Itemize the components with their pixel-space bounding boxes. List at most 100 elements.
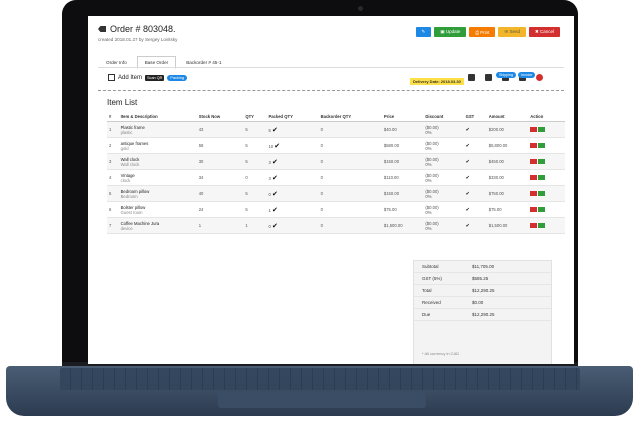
item-description: plastic bbox=[120, 129, 133, 135]
summary-label: Received bbox=[422, 300, 441, 305]
gst-check-icon: ✔ bbox=[465, 126, 470, 133]
packed-cell[interactable]: 10 ✔ bbox=[266, 137, 319, 154]
col-discount: Discount bbox=[423, 112, 464, 122]
calendar-icon[interactable] bbox=[468, 74, 475, 81]
summary-row: Total $12,290.25 bbox=[414, 285, 551, 297]
backorder-cell: 0 bbox=[318, 169, 382, 186]
discount-cell: ($0.00) 0% bbox=[423, 137, 464, 154]
table-row: 7 Coffee Machine Jura device 1 1 0 ✔ 0 $1,500.0… bbox=[107, 217, 565, 234]
col-qty: QTY bbox=[243, 112, 267, 122]
gst-check-icon: ✔ bbox=[465, 158, 470, 165]
qty-cell: 1 bbox=[243, 217, 267, 234]
packed-qty: 3 bbox=[268, 159, 271, 165]
discount-percent: 0% bbox=[425, 225, 432, 231]
edit-row-button[interactable] bbox=[538, 158, 546, 164]
edit-row-button[interactable] bbox=[538, 142, 546, 148]
backorder-cell: 0 bbox=[318, 217, 382, 234]
packed-cell[interactable]: 3 ✔ bbox=[266, 169, 319, 186]
discount-percent: 0% bbox=[425, 145, 432, 151]
qty-cell: 0 bbox=[243, 169, 267, 186]
delete-row-button[interactable] bbox=[530, 142, 538, 148]
col-packed: Packed QTY bbox=[266, 112, 319, 122]
delete-icon[interactable] bbox=[536, 74, 543, 81]
edit-row-button[interactable] bbox=[538, 206, 546, 212]
packed-cell[interactable]: 1 ✔ bbox=[266, 201, 319, 218]
check-icon: ✔ bbox=[271, 126, 278, 134]
row-number: 4 bbox=[107, 169, 119, 186]
packed-qty: 3 bbox=[268, 175, 271, 181]
packed-cell[interactable]: 0 ✔ bbox=[266, 217, 319, 234]
packed-cell[interactable]: 5 ✔ bbox=[266, 121, 319, 138]
edit-row-button[interactable] bbox=[538, 222, 546, 228]
qty-cell: 5 bbox=[243, 153, 267, 170]
edit-row-button[interactable] bbox=[538, 174, 546, 180]
check-icon: ✔ bbox=[271, 174, 278, 182]
discount-cell: ($0.00) 0% bbox=[423, 217, 464, 234]
delete-row-button[interactable] bbox=[530, 158, 538, 164]
gst-check-icon: ✔ bbox=[465, 222, 470, 229]
gst-cell: ✔ bbox=[463, 137, 487, 154]
delete-row-button[interactable] bbox=[530, 174, 538, 180]
col-price: Price bbox=[381, 112, 424, 122]
tag-icon bbox=[98, 26, 106, 32]
price-cell: $580.00 bbox=[381, 137, 424, 154]
col-action: Action bbox=[528, 112, 565, 122]
delete-row-button[interactable] bbox=[530, 190, 538, 196]
item-description: Bedroom bbox=[120, 193, 138, 199]
item-list-title: Item List bbox=[107, 98, 138, 107]
cancel-button[interactable]: ✖ Cancel bbox=[528, 27, 560, 37]
packing-badge[interactable]: Packing bbox=[167, 74, 187, 81]
qty-cell: 5 bbox=[243, 121, 267, 138]
amount-cell: $450.00 bbox=[486, 153, 529, 170]
item-cell: Bolster pillow Guest room bbox=[118, 201, 197, 218]
packed-qty: 10 bbox=[268, 143, 274, 149]
delete-row-button[interactable] bbox=[530, 126, 538, 132]
update-button[interactable]: ▣ Update bbox=[434, 27, 467, 37]
gst-check-icon: ✔ bbox=[465, 190, 470, 197]
add-item-checkbox-icon[interactable] bbox=[108, 74, 115, 81]
summary-value: $12,290.25 bbox=[472, 288, 495, 293]
scan-qr-button[interactable]: Scan QR bbox=[145, 74, 165, 81]
table-row: 1 Plastic frame plastic 43 5 5 ✔ 0 $40.00 ($0.00… bbox=[107, 121, 565, 138]
backorder-cell: 0 bbox=[318, 137, 382, 154]
price-cell: $1,500.00 bbox=[381, 217, 424, 234]
packed-cell[interactable]: 0 ✔ bbox=[266, 185, 319, 202]
qty-cell: 5 bbox=[243, 201, 267, 218]
invoice-badge: Invoice bbox=[518, 72, 536, 78]
add-item-label[interactable]: Add Item bbox=[118, 75, 142, 81]
delete-row-button[interactable] bbox=[530, 222, 538, 228]
check-icon: ✔ bbox=[271, 190, 278, 198]
action-cell bbox=[528, 201, 565, 218]
backorder-cell: 0 bbox=[318, 185, 382, 202]
item-description: Guest room bbox=[120, 209, 143, 215]
col-item: Item & Description bbox=[118, 112, 197, 122]
discount-cell: ($0.00) 0% bbox=[423, 153, 464, 170]
summary-value: $12,290.25 bbox=[472, 312, 495, 317]
item-cell: Vintage clock bbox=[118, 169, 197, 186]
print-button[interactable]: ⎙ Print bbox=[469, 27, 496, 37]
toolbar-divider bbox=[98, 90, 564, 91]
item-description: device bbox=[120, 225, 133, 231]
send-button[interactable]: ✉ Send bbox=[498, 27, 526, 37]
check-icon: ✔ bbox=[271, 158, 278, 166]
packed-qty: 1 bbox=[268, 207, 271, 213]
delete-row-button[interactable] bbox=[530, 206, 538, 212]
gst-cell: ✔ bbox=[463, 169, 487, 186]
row-number: 7 bbox=[107, 217, 119, 234]
edit-button[interactable]: ✎ bbox=[415, 27, 432, 37]
stock-cell: 43 bbox=[196, 121, 244, 138]
packed-cell[interactable]: 3 ✔ bbox=[266, 153, 319, 170]
items-table: # Item & Description Stock Now QTY Packe… bbox=[107, 112, 565, 234]
col-stock: Stock Now bbox=[196, 112, 244, 122]
item-cell: antique frames gold bbox=[118, 137, 197, 154]
webcam bbox=[358, 6, 363, 11]
qty-cell: 5 bbox=[243, 185, 267, 202]
edit-row-button[interactable] bbox=[538, 126, 546, 132]
stock-cell: 1 bbox=[196, 217, 244, 234]
edit-row-button[interactable] bbox=[538, 190, 546, 196]
user-add-icon[interactable] bbox=[485, 74, 492, 81]
stock-cell: 40 bbox=[196, 185, 244, 202]
packed-qty: 5 bbox=[268, 127, 271, 133]
action-cell bbox=[528, 153, 565, 170]
row-number: 2 bbox=[107, 137, 119, 154]
